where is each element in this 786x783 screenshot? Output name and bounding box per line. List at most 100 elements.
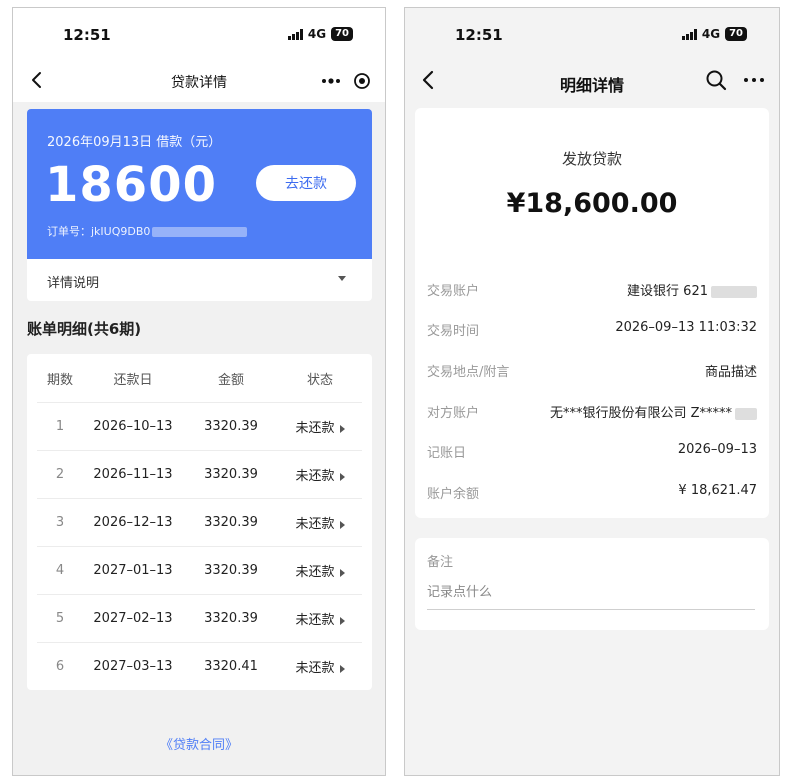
bill-status: 未还款	[279, 609, 361, 628]
transaction-card: 发放贷款 ¥18,600.00 交易账户 建设银行 621 交易时间 2026–…	[415, 108, 769, 518]
signal-icon	[287, 28, 303, 40]
detail-value: ¥ 18,621.47	[678, 483, 757, 498]
note-card: 备注	[415, 538, 769, 630]
bill-date: 2027–02–13	[93, 611, 173, 626]
chevron-right-icon	[339, 568, 345, 577]
detail-description-label: 详情说明	[47, 276, 100, 291]
network-type: 4G	[701, 27, 721, 41]
detail-row-posting-date: 记账日 2026–09–13	[427, 442, 757, 462]
bill-period: 1	[55, 419, 65, 434]
bill-row[interactable]: 4 2027–01–13 3320.39 未还款	[37, 546, 362, 594]
transaction-amount: ¥18,600.00	[506, 188, 678, 219]
bill-date: 2026–10–13	[93, 419, 173, 434]
detail-value: 建设银行 621	[627, 280, 757, 299]
account-mask	[711, 285, 757, 298]
bill-status-text: 未还款	[295, 613, 335, 628]
detail-key: 对方账户	[427, 406, 480, 421]
chevron-right-icon	[339, 616, 345, 625]
more-dots-icon[interactable]	[743, 69, 765, 91]
detail-value: 2026–09–13 11:03:32	[615, 320, 757, 335]
nav-bar: 明细详情	[405, 60, 779, 102]
bill-status: 未还款	[279, 561, 361, 580]
col-period: 期数	[46, 372, 73, 388]
transaction-type: 发放贷款	[561, 150, 622, 168]
bill-status-text: 未还款	[295, 469, 335, 484]
bill-period: 2	[55, 467, 65, 482]
battery-icon: 70	[331, 27, 353, 41]
chevron-down-icon	[338, 276, 346, 281]
bill-amount: 3320.41	[204, 659, 258, 674]
order-number-text: 订单号：jkIUQ9DB0	[47, 225, 151, 238]
bill-period: 5	[55, 611, 65, 626]
more-dots-icon[interactable]	[321, 72, 341, 90]
bill-amount: 3320.39	[204, 467, 258, 482]
bill-heading: 账单明细(共6期)	[27, 320, 142, 338]
order-number-mask	[152, 227, 248, 237]
bill-period: 3	[55, 515, 65, 530]
detail-row-counterparty: 对方账户 无***银行股份有限公司 Z*****	[427, 402, 757, 422]
bill-date: 2026–12–13	[93, 515, 173, 530]
detail-value: 商品描述	[704, 365, 757, 380]
order-number: 订单号：jkIUQ9DB0	[47, 223, 248, 239]
detail-value-text: 无***银行股份有限公司 Z*****	[549, 406, 732, 421]
bill-date: 2026–11–13	[93, 467, 173, 482]
bill-row[interactable]: 5 2027–02–13 3320.39 未还款	[37, 594, 362, 642]
nav-actions	[705, 69, 765, 91]
search-icon[interactable]	[705, 69, 727, 91]
target-close-icon[interactable]	[353, 72, 371, 90]
detail-key: 交易账户	[427, 284, 480, 299]
loan-summary-card: 2026年09月13日 借款（元） 18600 订单号：jkIUQ9DB0 去还…	[27, 109, 372, 259]
bill-row[interactable]: 6 2027–03–13 3320.41 未还款	[37, 642, 362, 690]
bill-period: 4	[55, 563, 65, 578]
bill-row[interactable]: 2 2026–11–13 3320.39 未还款	[37, 450, 362, 498]
bill-status: 未还款	[279, 417, 361, 436]
note-label: 备注	[427, 555, 454, 570]
col-status: 状态	[306, 372, 333, 388]
bill-status: 未还款	[279, 657, 361, 676]
col-date: 还款日	[113, 372, 153, 388]
bill-row[interactable]: 3 2026–12–13 3320.39 未还款	[37, 498, 362, 546]
detail-row-balance: 账户余额 ¥ 18,621.47	[427, 483, 757, 503]
nav-bar: 贷款详情	[13, 60, 385, 102]
bill-status-text: 未还款	[295, 517, 335, 532]
chevron-right-icon	[339, 664, 345, 673]
bill-status-text: 未还款	[295, 565, 335, 580]
status-bar: 12:51 4G 70	[13, 8, 385, 60]
chevron-right-icon	[339, 520, 345, 529]
loan-detail-screen: 12:51 4G 70 贷款详情 2026年09月13日 借款（元） 18600…	[12, 7, 386, 776]
loan-amount: 18600	[45, 157, 217, 213]
col-amount: 金额	[217, 372, 244, 388]
bill-amount: 3320.39	[204, 419, 258, 434]
repay-button[interactable]: 去还款	[256, 165, 356, 201]
detail-description-toggle[interactable]: 详情说明	[27, 259, 372, 301]
bill-table-header: 期数 还款日 金额 状态	[37, 354, 362, 402]
battery-icon: 70	[725, 27, 747, 41]
bill-date: 2027–03–13	[93, 659, 173, 674]
signal-icon	[681, 28, 697, 40]
detail-value: 2026–09–13	[677, 442, 757, 457]
loan-date: 2026年09月13日 借款（元）	[47, 135, 222, 150]
detail-row-time: 交易时间 2026–09–13 11:03:32	[427, 320, 757, 340]
loan-contract-link[interactable]: 《贷款合同》	[13, 734, 385, 753]
status-icons: 4G 70	[287, 27, 353, 41]
detail-value-text: 建设银行 621	[627, 284, 708, 299]
bill-status: 未还款	[279, 465, 361, 484]
chevron-right-icon	[339, 472, 345, 481]
status-bar: 12:51 4G 70	[405, 8, 779, 60]
bill-amount: 3320.39	[204, 563, 258, 578]
status-time: 12:51	[455, 26, 503, 44]
chevron-right-icon	[339, 424, 345, 433]
bill-table: 期数 还款日 金额 状态 1 2026–10–13 3320.39 未还款 2 …	[27, 354, 372, 690]
detail-value: 无***银行股份有限公司 Z*****	[550, 402, 757, 421]
bill-amount: 3320.39	[204, 611, 258, 626]
counterparty-mask	[735, 407, 757, 420]
bill-row[interactable]: 1 2026–10–13 3320.39 未还款	[37, 402, 362, 450]
bill-status-text: 未还款	[295, 421, 335, 436]
detail-row-memo: 交易地点/附言 商品描述	[427, 361, 757, 381]
note-input[interactable]	[427, 576, 755, 610]
bill-date: 2027–01–13	[93, 563, 173, 578]
status-icons: 4G 70	[681, 27, 747, 41]
status-time: 12:51	[63, 26, 111, 44]
bill-status: 未还款	[279, 513, 361, 532]
bill-status-text: 未还款	[295, 661, 335, 676]
